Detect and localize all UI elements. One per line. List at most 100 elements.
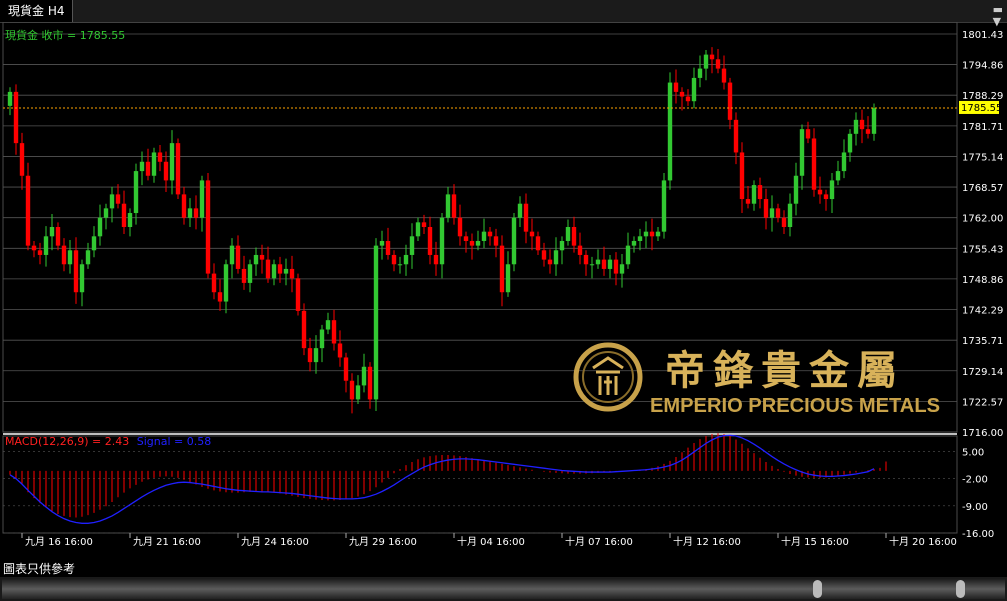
candle-body <box>103 208 109 218</box>
candle-body <box>385 240 391 255</box>
candle-body <box>391 254 397 265</box>
candle-body <box>115 194 121 204</box>
candle-body <box>109 194 115 209</box>
x-tick-label: 十月 20 16:00 <box>889 535 957 548</box>
candle-body <box>151 152 157 176</box>
time-axis: 九月 16 16:00 九月 21 16:00 九月 24 16:00 九月 29 1… <box>21 533 957 548</box>
y-tick-label: 1801.43 <box>962 30 1003 41</box>
y-tick-label: 1762.00 <box>962 214 1003 225</box>
candle-body <box>37 250 43 255</box>
candle-body <box>745 199 751 204</box>
svg-text:1785.55: 1785.55 <box>961 103 1002 114</box>
candle-body <box>415 222 421 237</box>
candle-body <box>433 254 439 265</box>
candle-body <box>523 203 529 232</box>
candle-body <box>79 264 85 293</box>
candle-body <box>49 227 55 237</box>
macd-label: MACD(12,26,9) = 2.43 Signal = 0.58 <box>5 435 211 448</box>
macd-tick-label: -16.00 <box>962 529 994 540</box>
tab-chart-title[interactable]: 現貨金 H4 <box>0 0 74 22</box>
logo-brand-text: EMPERIO PRECIOUS METALS <box>650 395 940 417</box>
candle-body <box>55 227 61 246</box>
chart-scrollbar[interactable] <box>0 577 1007 601</box>
candle-body <box>853 119 859 134</box>
candle-body <box>379 240 385 246</box>
x-tick-label: 九月 24 16:00 <box>241 536 309 548</box>
candle-body <box>175 143 181 195</box>
candle-body <box>649 231 655 237</box>
candle-body <box>295 278 301 311</box>
candle-body <box>223 264 229 302</box>
candle-body <box>679 91 685 97</box>
candle-body <box>691 77 697 102</box>
candle-body <box>565 227 571 241</box>
candle-body <box>661 180 667 232</box>
candle-body <box>739 152 745 200</box>
candle-body <box>751 185 757 204</box>
scroll-track[interactable] <box>2 579 1005 599</box>
candle-body <box>61 245 67 265</box>
candle-body <box>529 231 535 237</box>
candle-body <box>97 217 103 237</box>
y-tick-label: 1742.29 <box>962 306 1003 317</box>
candle-body <box>181 194 187 218</box>
candle-body <box>67 250 73 265</box>
candle-body <box>871 108 877 134</box>
x-tick-label: 十月 07 16:00 <box>565 535 633 548</box>
candle-body <box>163 161 169 181</box>
current-price-tag: 1785.55 <box>959 100 1002 114</box>
macd-grid <box>3 451 957 534</box>
candle-body <box>319 329 325 349</box>
candle-body <box>697 68 703 78</box>
candle-body <box>505 264 511 293</box>
candle-body <box>13 91 19 144</box>
candle-body <box>241 268 247 283</box>
candle-body <box>355 385 361 400</box>
candle-body <box>145 161 151 176</box>
scroll-handle-left[interactable] <box>813 580 822 598</box>
candle-body <box>577 245 583 255</box>
candle-body <box>301 310 307 349</box>
candle-body <box>169 143 175 181</box>
y-tick-label: 1781.71 <box>962 122 1003 133</box>
y-tick-label: 1755.43 <box>962 244 1003 255</box>
candle-body <box>865 129 871 134</box>
macd-axis: 5.00 -2.00 -9.00 -16.00 <box>962 448 994 540</box>
macd-tick-label: -9.00 <box>962 502 988 513</box>
y-tick-label: 1722.57 <box>962 397 1003 408</box>
candle-body <box>427 227 433 255</box>
candle-body <box>571 227 577 246</box>
y-tick-label: 1748.86 <box>962 275 1003 286</box>
candle-body <box>793 175 799 204</box>
tab-bar: 現貨金 H4 ▬ ▼ <box>0 0 1007 28</box>
scroll-handle-right[interactable] <box>956 580 965 598</box>
candle-body <box>73 250 79 293</box>
candle-body <box>397 264 403 266</box>
candle-body <box>805 129 811 139</box>
candle-body <box>199 180 205 218</box>
candle-body <box>787 203 793 227</box>
candle-body <box>271 264 277 279</box>
price-axis: 1801.43 1794.86 1788.29 1781.71 1775.14 1768.… <box>962 30 1003 439</box>
candle-body <box>247 264 253 283</box>
candle-body <box>253 254 259 265</box>
signal-line <box>9 434 875 524</box>
candle-body <box>583 254 589 265</box>
candle-body <box>265 259 271 279</box>
candle-body <box>325 320 331 330</box>
candle-body <box>139 161 145 172</box>
candle-body <box>367 366 373 400</box>
candle-body <box>211 273 217 293</box>
candle-body <box>19 143 25 176</box>
candle-body <box>841 152 847 172</box>
candle-body <box>277 264 283 274</box>
candle-body <box>673 82 679 92</box>
candle-body <box>727 82 733 120</box>
x-tick-label: 十月 12 16:00 <box>673 535 741 548</box>
x-tick-label: 九月 21 16:00 <box>133 536 201 548</box>
candle-body <box>439 217 445 265</box>
candle-body <box>541 250 547 260</box>
candle-body <box>229 245 235 265</box>
candle-body <box>475 240 481 246</box>
candle-body <box>715 59 721 69</box>
